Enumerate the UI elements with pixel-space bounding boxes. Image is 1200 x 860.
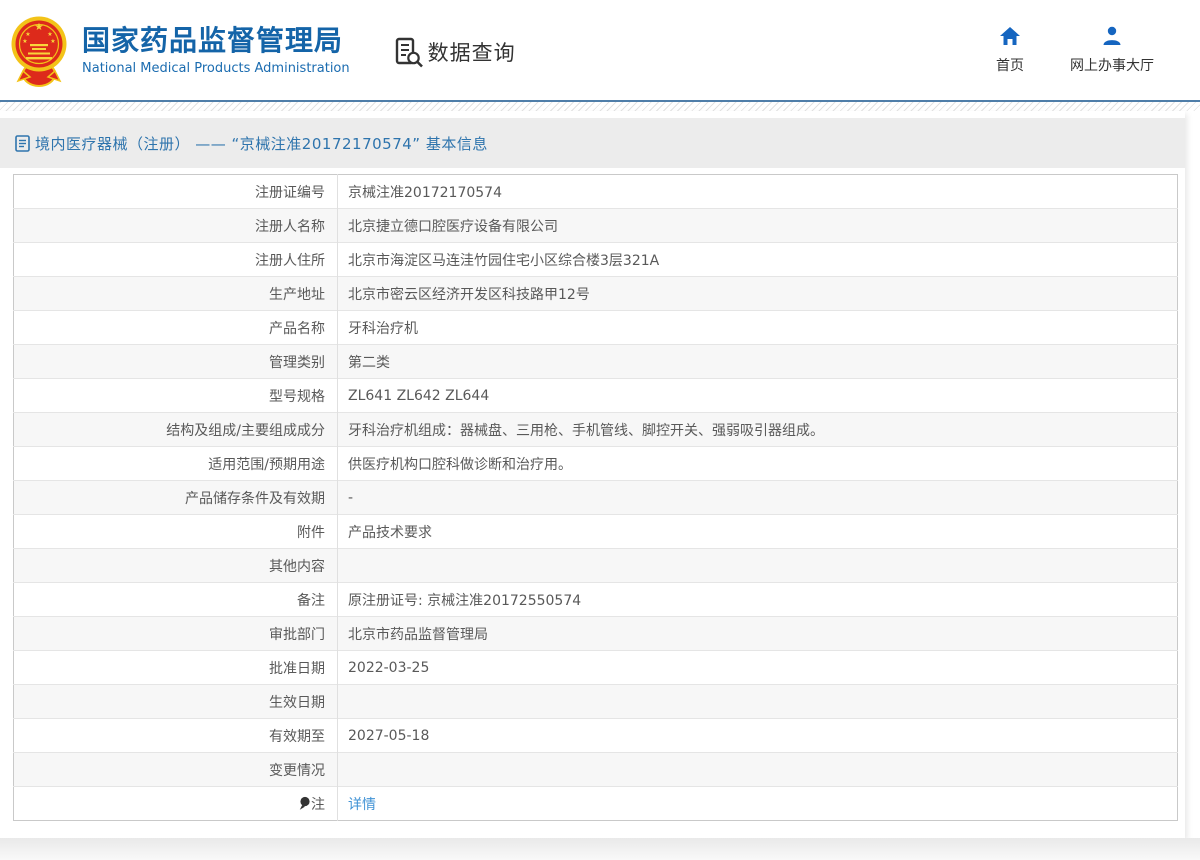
brand: ★ ★ ★ ★ ★ 国家药品监督管理局 National Medical Pro… xyxy=(10,9,350,91)
row-label: 型号规格 xyxy=(13,378,338,413)
table-row: 结构及组成/主要组成成分 牙科治疗机组成：器械盘、三用枪、手机管线、脚控开关、强弱… xyxy=(13,412,1178,447)
document-icon xyxy=(15,134,30,152)
table-row: 其他内容 xyxy=(13,548,1178,583)
table-row: 生效日期 xyxy=(13,684,1178,719)
row-value: 2027-05-18 xyxy=(337,718,1178,753)
table-row: 注册证编号 京械注准20172170574 xyxy=(13,174,1178,209)
row-value: 2022-03-25 xyxy=(337,650,1178,685)
data-query-link[interactable]: 数据查询 xyxy=(392,36,516,68)
row-label: 注 xyxy=(13,786,338,821)
site-header: ★ ★ ★ ★ ★ 国家药品监督管理局 National Medical Pro… xyxy=(0,0,1200,100)
row-value: 北京捷立德口腔医疗设备有限公司 xyxy=(337,208,1178,243)
row-label: 备注 xyxy=(13,582,338,617)
row-label: 产品名称 xyxy=(13,310,338,345)
row-value: - xyxy=(337,480,1178,515)
table-row: 管理类别 第二类 xyxy=(13,344,1178,379)
table-row: 备注 原注册证号: 京械注准20172550574 xyxy=(13,582,1178,617)
document-search-icon xyxy=(395,37,423,68)
nav-label-service-hall: 网上办事大厅 xyxy=(1070,58,1154,74)
row-label: 注册证编号 xyxy=(13,174,338,209)
row-value: 牙科治疗机 xyxy=(337,310,1178,345)
row-label: 批准日期 xyxy=(13,650,338,685)
row-label: 附件 xyxy=(13,514,338,549)
row-label: 管理类别 xyxy=(13,344,338,379)
row-value: 北京市药品监督管理局 xyxy=(337,616,1178,651)
row-value: 京械注准20172170574 xyxy=(348,184,502,201)
header-nav: 首页 网上办事大厅 xyxy=(996,25,1154,75)
page-bottom-strip xyxy=(0,838,1200,860)
brand-text: 国家药品监督管理局 National Medical Products Admi… xyxy=(82,24,350,76)
row-value: 牙科治疗机组成：器械盘、三用枪、手机管线、脚控开关、强弱吸引器组成。 xyxy=(337,412,1178,447)
row-value: 北京市海淀区马连洼竹园住宅小区综合楼3层321A xyxy=(337,242,1178,277)
nav-item-home[interactable]: 首页 xyxy=(996,25,1024,75)
table-row: 产品名称 牙科治疗机 xyxy=(13,310,1178,345)
row-value: ZL641 ZL642 ZL644 xyxy=(337,378,1178,413)
row-value: 产品技术要求 xyxy=(337,514,1178,549)
table-row: 注详情 xyxy=(13,786,1178,821)
svg-text:★: ★ xyxy=(25,31,30,38)
row-value: 原注册证号: 京械注准20172550574 xyxy=(337,582,1178,617)
row-label: 生效日期 xyxy=(13,684,338,719)
section-title-bar: 境内医疗器械（注册） —— “京械注准20172170574” 基本信息 xyxy=(0,118,1185,168)
row-value: 详情 xyxy=(337,786,1178,821)
pin-icon xyxy=(299,796,311,813)
row-value xyxy=(337,684,1178,719)
row-value: 第二类 xyxy=(337,344,1178,379)
registration-table: 注册证编号 京械注准20172170574 注册人名称 北京捷立德口腔医疗设备有限公司… xyxy=(13,174,1178,821)
nav-label-home: 首页 xyxy=(996,58,1024,74)
user-icon xyxy=(1103,26,1121,45)
table-row: 变更情况 xyxy=(13,752,1178,787)
row-value xyxy=(337,752,1178,787)
table-row: 有效期至 2027-05-18 xyxy=(13,718,1178,753)
row-value: 供医疗机构口腔科做诊断和治疗用。 xyxy=(337,446,1178,481)
row-label: 适用范围/预期用途 xyxy=(13,446,338,481)
table-row: 型号规格 ZL641 ZL642 ZL644 xyxy=(13,378,1178,413)
table-row: 注册人名称 北京捷立德口腔医疗设备有限公司 xyxy=(13,208,1178,243)
row-label: 审批部门 xyxy=(13,616,338,651)
table-row: 适用范围/预期用途 供医疗机构口腔科做诊断和治疗用。 xyxy=(13,446,1178,481)
table-row: 批准日期 2022-03-25 xyxy=(13,650,1178,685)
table-row: 审批部门 北京市药品监督管理局 xyxy=(13,616,1178,651)
row-label: 注册人名称 xyxy=(13,208,338,243)
table-row: 附件 产品技术要求 xyxy=(13,514,1178,549)
site-title-cn: 国家药品监督管理局 xyxy=(82,24,344,58)
page-title: 境内医疗器械（注册） —— “京械注准20172170574” 基本信息 xyxy=(35,134,488,153)
hatch-stripe xyxy=(0,102,1200,111)
svg-text:★: ★ xyxy=(47,31,52,38)
table-row: 产品储存条件及有效期 - xyxy=(13,480,1178,515)
row-label: 产品储存条件及有效期 xyxy=(13,480,338,515)
row-label: 结构及组成/主要组成成分 xyxy=(13,412,338,447)
content-panel: 境内医疗器械（注册） —— “京械注准20172170574” 基本信息 注册证… xyxy=(0,111,1185,838)
row-label: 变更情况 xyxy=(13,752,338,787)
table-row: 注册人住所 北京市海淀区马连洼竹园住宅小区综合楼3层321A xyxy=(13,242,1178,277)
data-query-label: 数据查询 xyxy=(427,41,516,65)
row-label: 注册人住所 xyxy=(13,242,338,277)
home-icon xyxy=(1000,27,1020,45)
row-value: 北京市密云区经济开发区科技路甲12号 xyxy=(337,276,1178,311)
site-title-en: National Medical Products Administration xyxy=(82,60,350,76)
national-emblem-icon: ★ ★ ★ ★ ★ xyxy=(11,16,67,87)
row-label: 有效期至 xyxy=(13,718,338,753)
nav-item-service-hall[interactable]: 网上办事大厅 xyxy=(1070,25,1154,75)
row-label: 其他内容 xyxy=(13,548,338,583)
table-row: 生产地址 北京市密云区经济开发区科技路甲12号 xyxy=(13,276,1178,311)
registration-table-body: 注册证编号 京械注准20172170574 注册人名称 北京捷立德口腔医疗设备有限公司… xyxy=(13,174,1178,821)
row-value xyxy=(337,548,1178,583)
detail-link[interactable]: 详情 xyxy=(348,797,376,813)
svg-text:★: ★ xyxy=(50,38,55,45)
svg-text:★: ★ xyxy=(22,38,27,45)
svg-text:★: ★ xyxy=(35,22,44,33)
row-label: 生产地址 xyxy=(13,276,338,311)
